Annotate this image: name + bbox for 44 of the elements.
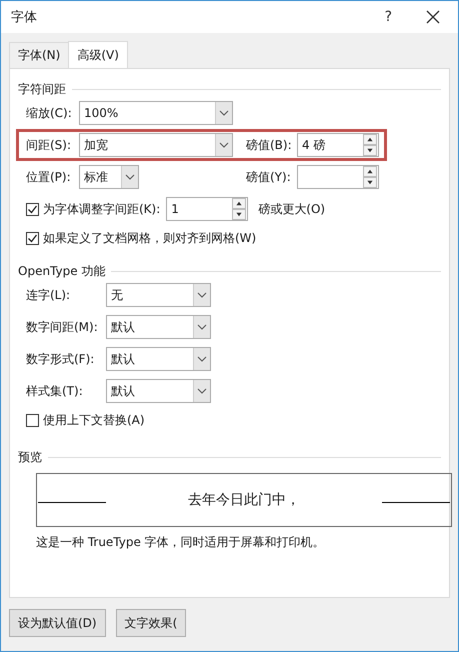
checkbox-label: 如果定义了文档网格，则对齐到网格(W) — [43, 230, 256, 246]
spacing-spinner[interactable]: 4 磅 — [297, 133, 379, 157]
field-label: 样式集(T): — [26, 382, 84, 400]
window-title: 字体 — [11, 9, 38, 26]
checkbox-label: 为字体调整字间距(K): — [43, 200, 160, 218]
field-label: 缩放(C): — [26, 104, 73, 122]
dialog-button[interactable]: 设为默认值(D) — [9, 609, 106, 637]
field-label: 数字形式(F): — [26, 350, 96, 368]
position-dropdown[interactable]: 标准 — [79, 165, 139, 189]
section-heading: 预览 — [18, 448, 42, 466]
dropdown[interactable]: 无 — [106, 283, 211, 307]
dropdown[interactable]: 默认 — [106, 315, 211, 339]
dropdown[interactable]: 默认 — [106, 379, 211, 403]
checkbox[interactable] — [26, 232, 39, 244]
help-button[interactable]: ? — [380, 9, 396, 25]
field-label: 磅或更大(O) — [258, 200, 326, 218]
chevron-icon — [197, 292, 207, 298]
font-description: 这是一种 TrueType 字体，同时适用于屏幕和打印机。 — [36, 534, 326, 551]
field-label: 间距(S): — [26, 136, 72, 154]
chevron-icon — [219, 110, 229, 116]
preview-text: 去年今日此门中， — [187, 491, 301, 509]
scale-dropdown[interactable]: 100% — [79, 101, 233, 125]
chevron-icon — [197, 356, 207, 362]
checkbox[interactable] — [26, 202, 39, 216]
tab[interactable]: 高级(V) — [68, 41, 128, 68]
field-label: 位置(P): — [26, 168, 72, 186]
field-label: 磅值(Y): — [246, 168, 292, 186]
chevron-icon — [197, 324, 207, 330]
checkbox-label: 使用上下文替换(A) — [43, 412, 145, 428]
dialog-button[interactable]: 文字效果( — [116, 609, 186, 637]
chevron-icon — [219, 142, 229, 148]
close-icon[interactable] — [426, 10, 440, 24]
chevron-icon — [125, 174, 135, 180]
field-label: 数字间距(M): — [26, 318, 99, 336]
field-label: 磅值(B): — [246, 136, 293, 154]
checkbox[interactable] — [26, 414, 39, 426]
field-label: 连字(L): — [26, 286, 72, 304]
spacing-dropdown[interactable]: 加宽 — [79, 133, 233, 157]
kerning-spinner[interactable]: 1 — [166, 197, 248, 221]
tab[interactable]: 字体(N) — [9, 42, 70, 68]
section-heading: OpenType 功能 — [18, 262, 106, 280]
dropdown[interactable]: 默认 — [106, 347, 211, 371]
section-heading: 字符间距 — [18, 80, 66, 98]
chevron-icon — [197, 388, 207, 394]
